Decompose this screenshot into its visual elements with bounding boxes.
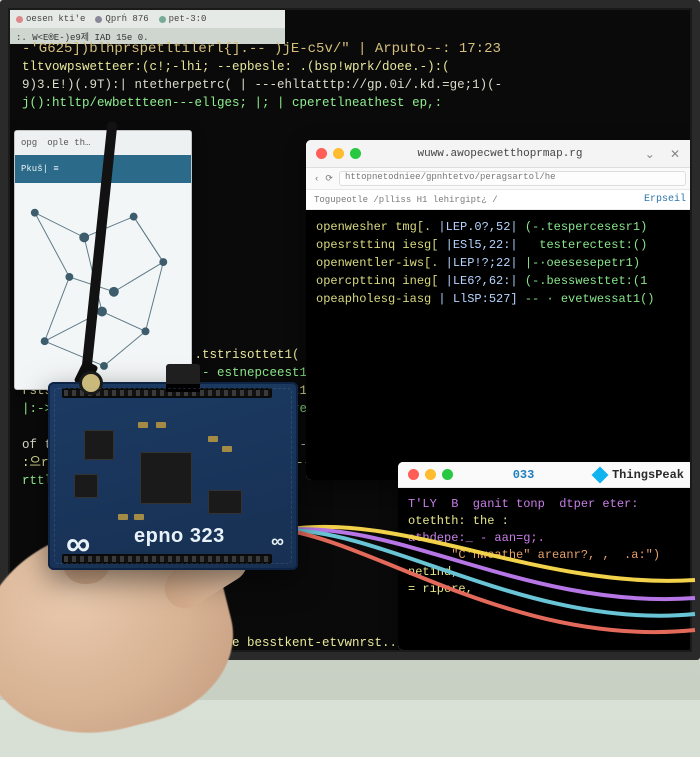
microcontroller-board: epno 323 ∞ <box>48 382 298 570</box>
usb-port <box>166 364 200 392</box>
minimize-icon[interactable] <box>333 148 344 159</box>
thingspeak-logo: ThingsPeak <box>594 468 684 482</box>
sma-connector <box>82 374 100 392</box>
back-icon[interactable]: ‹ <box>314 174 319 184</box>
thingspeak-header: 033 ThingsPeak <box>398 462 690 488</box>
network-tab-1[interactable]: opg <box>21 138 37 148</box>
channel-id: 033 <box>513 468 535 482</box>
thingspeak-output: T'LY B ganit tonp dtper eter: otethth: t… <box>398 488 690 650</box>
thingspeak-window[interactable]: 033 ThingsPeak T'LY B ganit tonp dtper e… <box>398 462 690 650</box>
maximize-icon[interactable] <box>350 148 361 159</box>
network-tab-2[interactable]: ople th… <box>47 138 90 148</box>
header-pins-bottom <box>62 554 272 564</box>
breadcrumb: Togupeotle /plliss H1 lehirgipt¿ / <box>314 195 498 205</box>
thingspeak-icon <box>591 466 608 483</box>
close-icon[interactable] <box>316 148 327 159</box>
main-window-title: wuww.awopecwetthoprmap.rg <box>306 140 690 168</box>
window-close-group[interactable]: ⌄ ✕ <box>645 147 684 162</box>
address-bar-row[interactable]: ‹ ⟳ httopnetodniee/gpnhtetvo/peragsartol… <box>306 168 690 190</box>
chip <box>74 474 98 498</box>
board-model-label: epno 323 <box>134 525 225 548</box>
arduino-logo-icon <box>66 525 88 556</box>
infinity-icon: ∞ <box>271 531 284 552</box>
close-icon[interactable] <box>408 469 419 480</box>
network-tabs[interactable]: opg ople th… <box>15 131 191 155</box>
address-input[interactable]: httopnetodniee/gpnhtetvo/peragsartol/he <box>339 171 686 186</box>
breadcrumb-row: Togupeotle /plliss H1 lehirgipt¿ / Erpse… <box>306 190 690 210</box>
main-chip <box>140 452 192 504</box>
terminal-output: openwesher tmg[. |LEP.0?,52| (-.tesperce… <box>306 210 690 480</box>
header-pins-top <box>62 388 272 398</box>
chip <box>208 490 242 514</box>
main-window[interactable]: ⌄ ✕ wuww.awopecwetthoprmap.rg ‹ ⟳ httopn… <box>306 140 690 480</box>
window-controls[interactable] <box>316 148 361 159</box>
export-link[interactable]: Erpseil <box>644 194 686 205</box>
minimize-icon[interactable] <box>425 469 436 480</box>
chip <box>84 430 114 460</box>
maximize-icon[interactable] <box>442 469 453 480</box>
reload-icon[interactable]: ⟳ <box>325 174 333 184</box>
